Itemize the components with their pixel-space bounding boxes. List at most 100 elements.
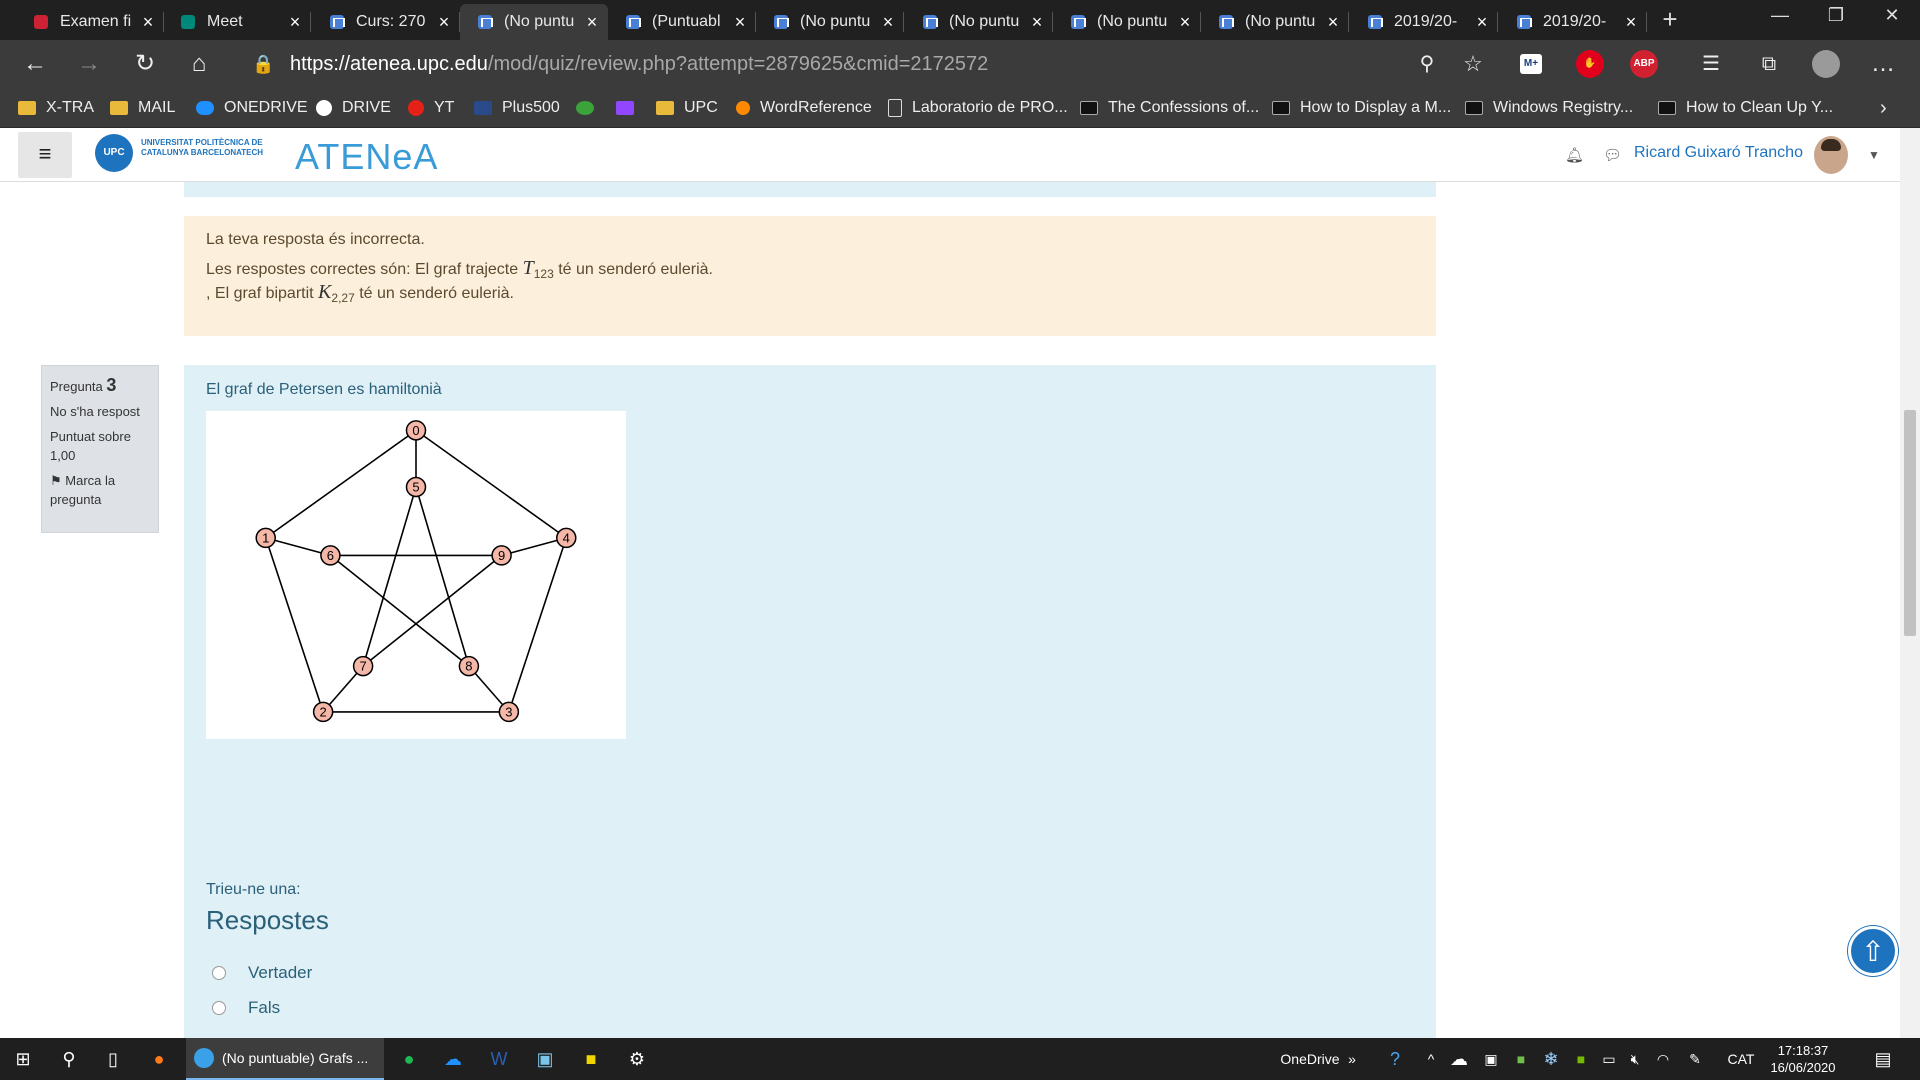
language-indicator[interactable]: CAT (1718, 1038, 1764, 1080)
bookmark-twitch[interactable] (616, 88, 644, 128)
bookmark-confessions[interactable]: The Confessions of... (1080, 88, 1259, 128)
onedrive-taskbar-icon[interactable]: ☁ (430, 1038, 476, 1080)
browser-tab[interactable]: (No puntu × (756, 4, 904, 40)
start-windows-icon[interactable]: ⊞ (0, 1038, 46, 1080)
tab-close-icon[interactable]: × (1474, 12, 1490, 33)
tab-favicon-icon (1517, 15, 1532, 29)
browser-tab[interactable]: (Puntuabl × (608, 4, 756, 40)
option-false-radio[interactable] (212, 1001, 226, 1015)
maximize-button[interactable]: ❐ (1808, 0, 1864, 32)
bookmark-plus500[interactable]: Plus500 (474, 88, 560, 128)
collections-icon[interactable]: ⧉ (1752, 48, 1786, 80)
profile-avatar-icon[interactable] (1812, 50, 1840, 78)
zoom-icon[interactable]: ⚲ (1410, 48, 1444, 80)
bookmark-green[interactable] (576, 88, 604, 128)
graph-node-label: 8 (465, 659, 472, 674)
settings-gear-icon[interactable]: ⚙ (614, 1038, 660, 1080)
spotify-icon[interactable]: ● (386, 1038, 432, 1080)
new-tab-button[interactable]: + (1655, 4, 1685, 36)
onedrive-tray-label[interactable]: OneDrive (1270, 1038, 1350, 1080)
browser-tab[interactable]: Examen fi × (16, 4, 164, 40)
browser-tab[interactable]: (No puntu × (1201, 4, 1349, 40)
tab-close-icon[interactable]: × (287, 12, 303, 33)
bookmark-wordreference[interactable]: WordReference (736, 88, 872, 128)
browser-tab[interactable]: 2019/20- × (1350, 4, 1498, 40)
bookmark-htg-display[interactable]: How to Display a M... (1272, 88, 1451, 128)
tab-close-icon[interactable]: × (436, 12, 452, 33)
browser-tab[interactable]: Meet × (163, 4, 311, 40)
page-scrollbar[interactable] (1900, 128, 1920, 1038)
tab-close-icon[interactable]: × (1177, 12, 1193, 33)
url-field[interactable]: 🔒 https://atenea.upc.edu/mod/quiz/review… (248, 46, 1478, 82)
browser-tab[interactable]: Curs: 270 × (312, 4, 460, 40)
minimize-button[interactable]: — (1752, 0, 1808, 32)
notification-center-icon[interactable]: ▤ (1860, 1038, 1906, 1080)
word-icon[interactable]: W (476, 1038, 522, 1080)
messages-chat-icon[interactable]: 💬︎ (1603, 146, 1622, 164)
clock-time: 17:18:37 (1777, 1043, 1829, 1058)
tab-favicon-icon (923, 15, 938, 29)
option-true-radio[interactable] (212, 966, 226, 980)
task-view-icon[interactable]: ▯ (90, 1038, 136, 1080)
extension-abp-icon[interactable]: ABP (1630, 50, 1658, 78)
browser-tab[interactable]: (No puntu × (1053, 4, 1201, 40)
option-false[interactable]: Fals (212, 998, 280, 1018)
drawer-toggle-button[interactable]: ≡ (18, 132, 72, 178)
atenea-logo[interactable]: ATENeA (295, 136, 438, 178)
back-button[interactable]: ← (18, 48, 52, 80)
clock[interactable]: 17:18:37 16/06/2020 (1768, 1042, 1838, 1076)
tab-close-icon[interactable]: × (1029, 12, 1045, 33)
bookmark-mail[interactable]: MAIL (110, 88, 175, 128)
bookmark-drive[interactable]: DRIVE (316, 88, 391, 128)
bookmark-onedrive[interactable]: ONEDRIVE (196, 88, 308, 128)
graph-node-label: 9 (498, 548, 505, 563)
user-avatar[interactable] (1814, 136, 1848, 174)
flag-question-link[interactable]: ⚑ Marca la pregunta (50, 471, 150, 509)
bookmark-laboratorio[interactable]: Laboratorio de PRO... (888, 88, 1068, 128)
folder-icon (656, 101, 674, 115)
tab-separator (1348, 12, 1349, 32)
tab-close-icon[interactable]: × (584, 12, 600, 33)
tab-close-icon[interactable]: × (880, 12, 896, 33)
taskbar-edge-window[interactable]: (No puntuable) Grafs ... (186, 1038, 384, 1080)
bookmark-yt[interactable]: YT (408, 88, 454, 128)
tray-overflow-chevron-icon[interactable]: » (1340, 1038, 1364, 1080)
home-button[interactable]: ⌂ (182, 48, 216, 80)
graph-edge (265, 429, 417, 539)
more-menu-icon[interactable]: … (1866, 48, 1900, 80)
firefox-icon[interactable]: ● (136, 1038, 182, 1080)
search-icon[interactable]: ⚲ (46, 1038, 92, 1080)
refresh-button[interactable]: ↻ (128, 48, 162, 80)
tab-close-icon[interactable]: × (1623, 12, 1639, 33)
desktop-app-icon[interactable]: ▣ (522, 1038, 568, 1080)
user-menu-name[interactable]: Ricard Guixaró Trancho (1634, 144, 1803, 162)
browser-tab[interactable]: (No puntu × (905, 4, 1053, 40)
sticky-notes-icon[interactable]: ■ (568, 1038, 614, 1080)
extension-mplus-icon[interactable]: M+ (1520, 54, 1542, 74)
option-true[interactable]: Vertader (212, 963, 312, 983)
browser-tab[interactable]: (No puntu × (460, 4, 608, 40)
tab-close-icon[interactable]: × (732, 12, 748, 33)
close-window-button[interactable]: ✕ (1864, 0, 1920, 32)
user-menu-caret-icon[interactable]: ▼ (1868, 148, 1884, 164)
browser-tab[interactable]: 2019/20- × (1499, 4, 1647, 40)
graph-node-label: 4 (563, 530, 570, 545)
notifications-bell-icon[interactable]: 🔔︎ (1565, 146, 1584, 164)
bookmarks-overflow-chevron-icon[interactable]: › (1880, 88, 1887, 128)
extension-adblock-hand-icon[interactable]: ✋ (1576, 50, 1604, 78)
bookmark-htg-cleanup[interactable]: How to Clean Up Y... (1658, 88, 1833, 128)
upc-logo[interactable]: UPC (95, 134, 133, 172)
back-to-top-button[interactable]: ⇧ (1848, 926, 1898, 976)
question-grade: Puntuat sobre 1,00 (50, 429, 131, 463)
url-path: /mod/quiz/review.php?attempt=2879625&cmi… (487, 53, 989, 75)
forward-button[interactable]: → (72, 48, 106, 80)
pen-icon[interactable]: ✎ (1672, 1038, 1718, 1080)
scrollbar-thumb[interactable] (1904, 410, 1916, 636)
bookmark-htg-registry[interactable]: Windows Registry... (1465, 88, 1633, 128)
bookmark-upc[interactable]: UPC (656, 88, 718, 128)
favorite-star-icon[interactable]: ☆ (1456, 48, 1490, 80)
tab-close-icon[interactable]: × (140, 12, 156, 33)
bookmark-xtra[interactable]: X-TRA (18, 88, 94, 128)
tab-close-icon[interactable]: × (1325, 12, 1341, 33)
favorites-list-icon[interactable]: ☰ (1694, 48, 1728, 80)
